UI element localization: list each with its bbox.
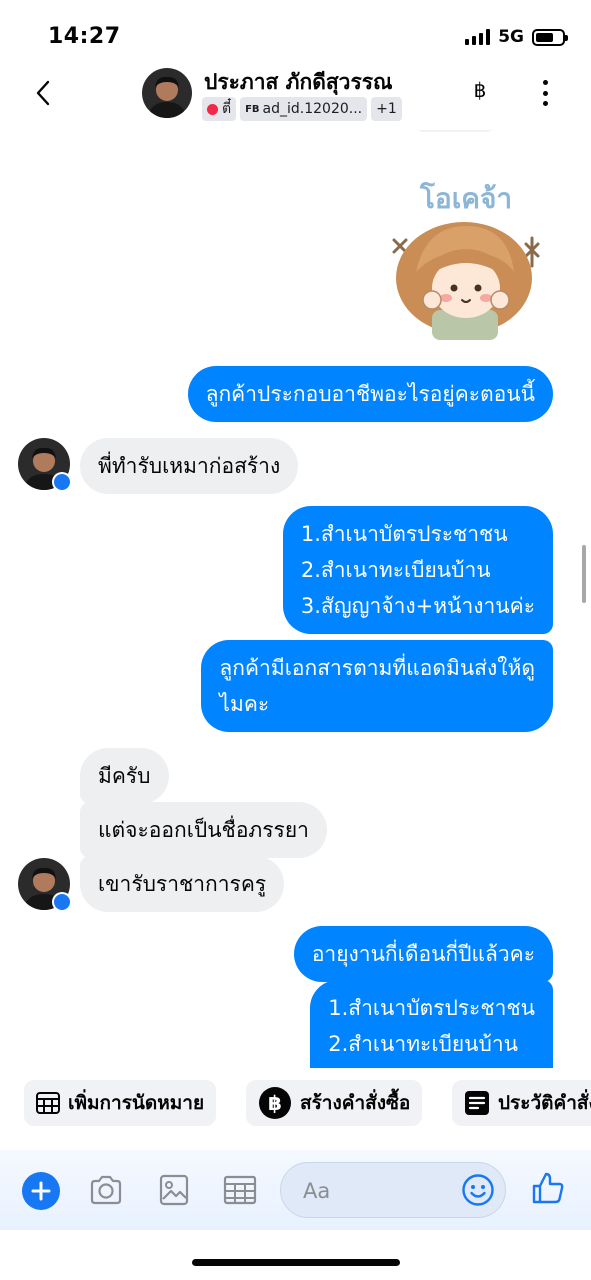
sticker-image: โอเคจ้า <box>392 181 540 340</box>
signal-icon <box>465 29 491 45</box>
outgoing-message[interactable]: ลูกค้าประกอบอาชีพอะไรอยู่คะตอนนี้ <box>187 366 553 422</box>
sender-avatar[interactable] <box>18 438 72 492</box>
more-tags-badge[interactable]: +1 <box>371 97 402 121</box>
message-line: ลูกค้ามีเอกสารตามที่แอดมินส่งให้ดู <box>219 656 535 680</box>
red-dot-icon <box>207 103 218 115</box>
contact-name[interactable]: ประภาส ภักดีสุวรรณ <box>204 66 393 99</box>
label-tag[interactable]: ตี๋ <box>202 97 237 121</box>
status-indicators: 5G <box>465 27 568 47</box>
saved-replies-button[interactable] <box>222 1172 258 1208</box>
sender-avatar[interactable] <box>18 858 72 912</box>
chip-label: สร้างคำสั่งซื้อ <box>300 1092 411 1114</box>
message-text: มีครับ <box>98 764 151 788</box>
status-time: 14:27 <box>48 24 121 49</box>
messenger-badge-icon <box>52 472 72 492</box>
more-options-icon[interactable] <box>538 80 552 106</box>
fb-prefix: FB <box>245 103 260 115</box>
chevron-left-icon <box>36 80 50 106</box>
receipt-icon <box>464 1090 490 1116</box>
outgoing-message[interactable]: ลูกค้ามีเอกสารตามที่แอดมินส่งให้ดู ไมคะ <box>201 640 553 732</box>
incoming-message[interactable]: แต่จะออกเป็นชื่อภรรยา <box>80 802 327 858</box>
contact-tags: ตี๋ FB ad_id.12020... +1 <box>202 97 402 121</box>
previous-sticker-edge <box>415 130 495 132</box>
ad-id-text: ad_id.12020... <box>262 101 363 117</box>
quick-actions-bar: เพิ่มการนัดหมาย ฿ สร้างคำสั่งซื้อ ประวัต… <box>0 1080 591 1128</box>
label-tag-text: ตี๋ <box>222 101 232 117</box>
outgoing-message[interactable]: อายุงานกี่เดือนกี่ปีแล้วคะ <box>293 926 553 982</box>
message-line: 2.สำเนาทะเบียนบ้าน <box>328 1032 518 1056</box>
chip-label: เพิ่มการนัดหมาย <box>68 1092 205 1114</box>
table-icon <box>223 1175 257 1205</box>
add-appointment-button[interactable]: เพิ่มการนัดหมาย <box>24 1080 217 1126</box>
message-input[interactable] <box>303 1175 453 1207</box>
thumbs-up-icon <box>532 1172 564 1204</box>
outgoing-message[interactable]: 1.สำเนาบัตรประชาชน 2.สำเนาทะเบียนบ้าน 3.… <box>282 506 553 634</box>
message-line: 1.สำเนาบัตรประชาชน <box>300 522 508 546</box>
message-text: ลูกค้าประกอบอาชีพอะไรอยู่คะตอนนี้ <box>205 382 535 406</box>
chip-label: ประวัติคำสั่งซื้อ <box>498 1092 591 1114</box>
incoming-message[interactable]: พี่ทำรับเหมาก่อสร้าง <box>80 438 299 494</box>
scrollbar[interactable] <box>582 545 586 603</box>
plus-icon <box>31 1181 51 1201</box>
conversation-header: ประภาส ภักดีสุวรรณ ตี๋ FB ad_id.12020...… <box>0 60 591 130</box>
back-button[interactable] <box>30 76 60 110</box>
message-list[interactable]: โอเคจ้า ลูกค้าประกอบอาชีพอะไรอยู่คะตอนนี… <box>0 130 591 1068</box>
camera-button[interactable] <box>88 1172 124 1208</box>
svg-text:฿: ฿ <box>268 1091 282 1115</box>
message-text: พี่ทำรับเหมาก่อสร้าง <box>98 454 281 478</box>
image-icon <box>159 1174 189 1206</box>
outgoing-message[interactable]: 1.สำเนาบัตรประชาชน 2.สำเนาทะเบียนบ้าน <box>310 980 553 1068</box>
message-line: ไมคะ <box>219 692 270 716</box>
smiley-icon <box>462 1174 494 1206</box>
message-composer <box>0 1150 591 1230</box>
gallery-button[interactable] <box>156 1172 192 1208</box>
ok-sticker[interactable]: โอเคจ้า <box>376 160 556 340</box>
calendar-icon <box>36 1092 60 1114</box>
emoji-button[interactable] <box>461 1173 495 1207</box>
baht-icon: ฿ <box>258 1086 292 1120</box>
home-indicator[interactable] <box>192 1259 400 1266</box>
message-line: 2.สำเนาทะเบียนบ้าน <box>300 558 491 582</box>
sticker-caption: โอเคจ้า <box>419 181 512 215</box>
message-line: 3.สัญญาจ้าง+หน้างานค่ะ <box>300 594 535 618</box>
message-line: 1.สำเนาบัตรประชาชน <box>328 996 535 1020</box>
create-order-button[interactable]: ฿ สร้างคำสั่งซื้อ <box>246 1080 423 1126</box>
payment-button[interactable]: ฿ <box>468 78 492 102</box>
incoming-message[interactable]: เขารับราชาการครู <box>80 856 285 912</box>
ad-id-tag[interactable]: FB ad_id.12020... <box>240 97 368 121</box>
incoming-message[interactable]: มีครับ <box>80 748 169 804</box>
message-text: เขารับราชาการครู <box>98 872 267 896</box>
message-input-wrapper <box>280 1162 506 1218</box>
camera-icon <box>90 1175 122 1205</box>
battery-icon <box>532 28 568 46</box>
message-text: แต่จะออกเป็นชื่อภรรยา <box>98 818 309 842</box>
add-attachment-button[interactable] <box>22 1172 60 1210</box>
message-text: อายุงานกี่เดือนกี่ปีแล้วคะ <box>311 942 535 966</box>
like-button[interactable] <box>530 1170 566 1206</box>
contact-avatar[interactable] <box>142 68 192 118</box>
network-label: 5G <box>498 27 524 47</box>
messenger-badge-icon <box>52 892 72 912</box>
order-history-button[interactable]: ประวัติคำสั่งซื้อ <box>452 1080 591 1126</box>
